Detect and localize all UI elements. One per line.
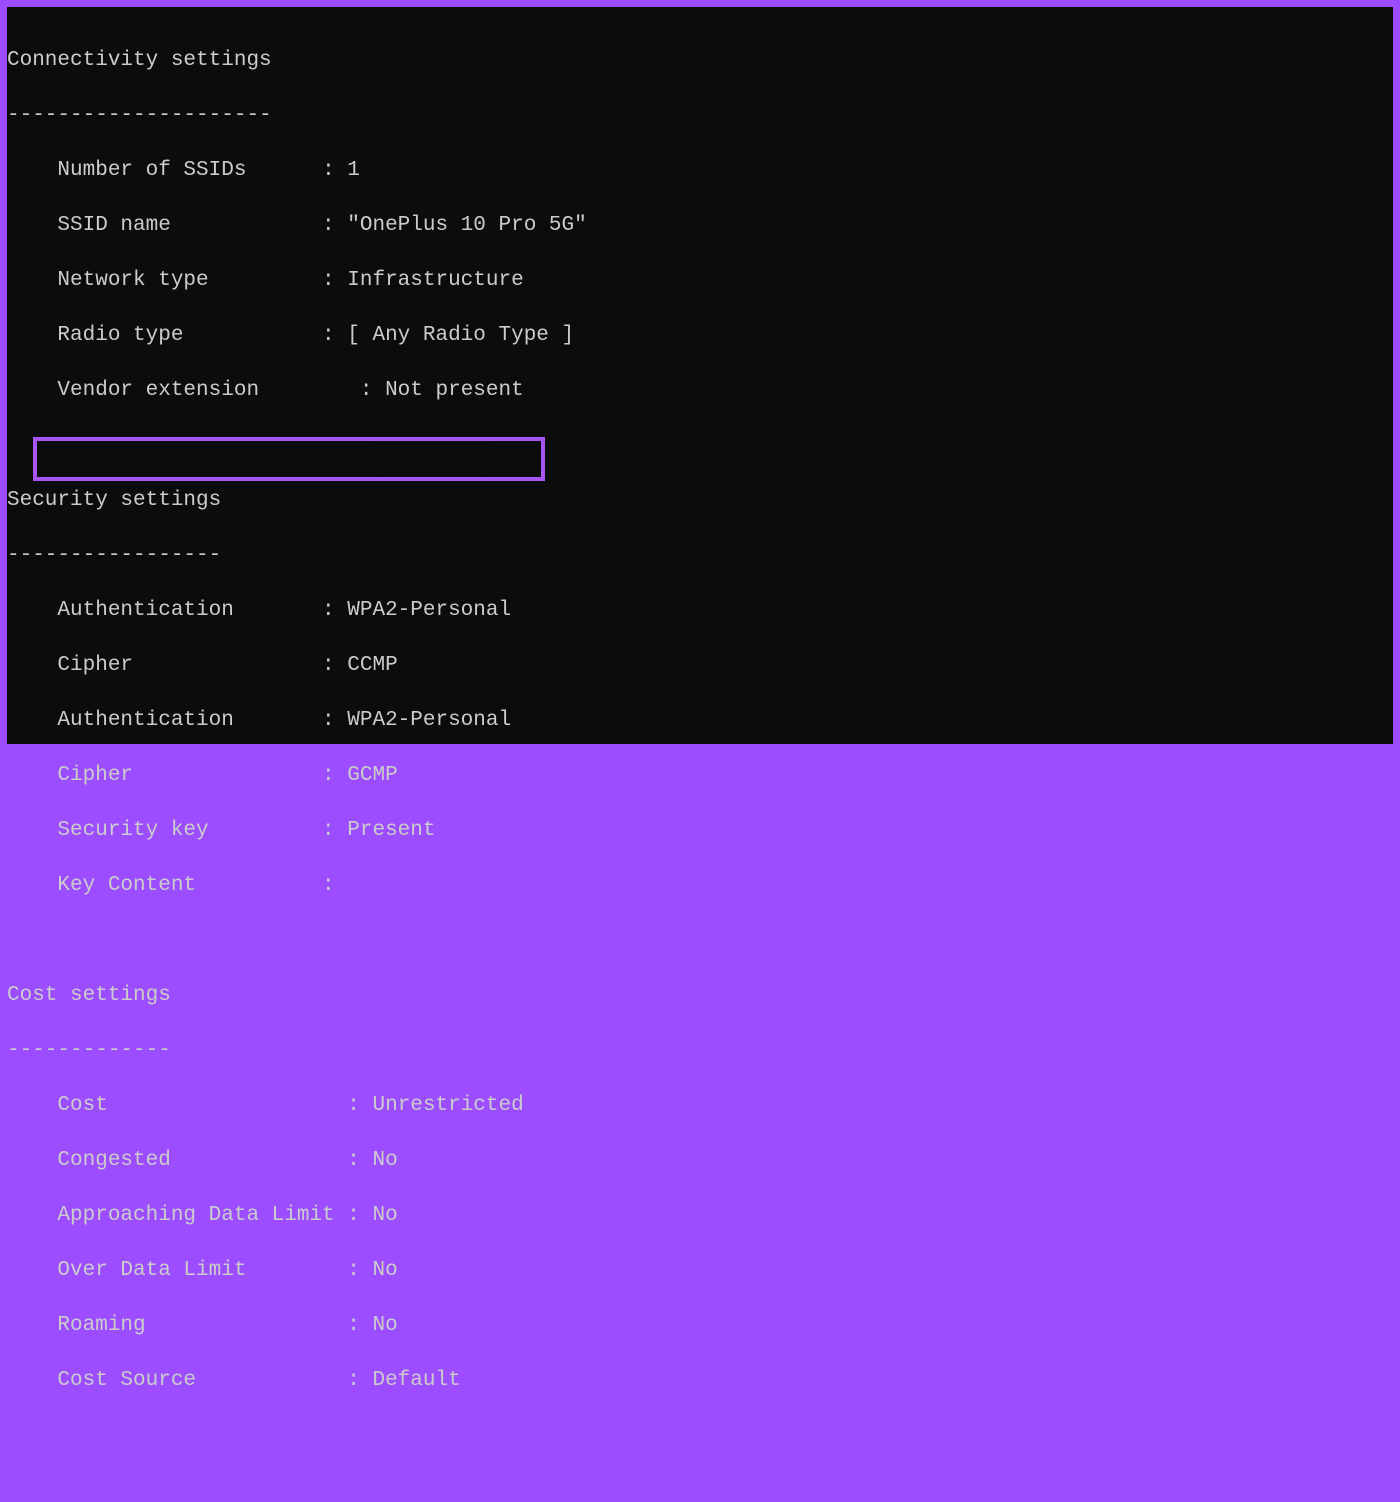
- value: "OnePlus 10 Pro 5G": [347, 214, 586, 237]
- label: Over Data Limit: [7, 1259, 246, 1282]
- row-key-content: Key Content :: [7, 872, 1393, 900]
- row-congested: Congested : No: [7, 1147, 1393, 1175]
- separator: :: [196, 1369, 372, 1392]
- value: No: [372, 1149, 397, 1172]
- connectivity-divider: ---------------------: [7, 102, 1393, 130]
- row-approaching-data-limit: Approaching Data Limit : No: [7, 1202, 1393, 1230]
- separator: :: [146, 1314, 373, 1337]
- terminal-output: Connectivity settings ------------------…: [7, 7, 1393, 744]
- row-num-ssids: Number of SSIDs : 1: [7, 157, 1393, 185]
- row-vendor-extension: Vendor extension : Not present: [7, 377, 1393, 405]
- label: SSID name: [7, 214, 171, 237]
- value: Not present: [385, 379, 524, 402]
- separator: :: [171, 214, 347, 237]
- redacted-password: [377, 445, 487, 471]
- value: Infrastructure: [347, 269, 523, 292]
- separator: :: [246, 159, 347, 182]
- value: [ Any Radio Type ]: [347, 324, 574, 347]
- value: Present: [347, 819, 435, 842]
- value: No: [372, 1204, 397, 1227]
- separator: :: [196, 874, 347, 897]
- row-cost: Cost : Unrestricted: [7, 1092, 1393, 1120]
- row-ssid-name: SSID name : "OnePlus 10 Pro 5G": [7, 212, 1393, 240]
- value: WPA2-Personal: [347, 709, 511, 732]
- label: Cipher: [7, 654, 133, 677]
- separator: :: [133, 654, 347, 677]
- value: WPA2-Personal: [347, 599, 511, 622]
- label: Authentication: [7, 709, 234, 732]
- label: Congested: [7, 1149, 171, 1172]
- separator: :: [108, 1094, 373, 1117]
- connectivity-header: Connectivity settings: [7, 47, 1393, 75]
- label: Cost: [7, 1094, 108, 1117]
- security-divider: -----------------: [7, 542, 1393, 570]
- row-network-type: Network type : Infrastructure: [7, 267, 1393, 295]
- value: GCMP: [347, 764, 397, 787]
- row-radio-type: Radio type : [ Any Radio Type ]: [7, 322, 1393, 350]
- value: 1: [347, 159, 360, 182]
- separator: :: [209, 819, 348, 842]
- row-authentication: Authentication : WPA2-Personal: [7, 707, 1393, 735]
- value: No: [372, 1314, 397, 1337]
- row-cipher: Cipher : GCMP: [7, 762, 1393, 790]
- separator: :: [246, 1259, 372, 1282]
- value: No: [372, 1259, 397, 1282]
- separator: :: [234, 599, 347, 622]
- separator: :: [171, 1149, 373, 1172]
- label: Cost Source: [7, 1369, 196, 1392]
- separator: :: [335, 1204, 373, 1227]
- row-authentication: Authentication : WPA2-Personal: [7, 597, 1393, 625]
- value: Unrestricted: [372, 1094, 523, 1117]
- row-cipher: Cipher : CCMP: [7, 652, 1393, 680]
- label: Radio type: [7, 324, 183, 347]
- value: CCMP: [347, 654, 397, 677]
- label: Number of SSIDs: [7, 159, 246, 182]
- blank-line: [7, 927, 1393, 955]
- row-security-key: Security key : Present: [7, 817, 1393, 845]
- label: Key Content: [7, 874, 196, 897]
- separator: :: [183, 324, 347, 347]
- label: Approaching Data Limit: [7, 1204, 335, 1227]
- value: Default: [372, 1369, 460, 1392]
- cost-divider: -------------: [7, 1037, 1393, 1065]
- separator: :: [234, 709, 347, 732]
- label: Authentication: [7, 599, 234, 622]
- row-over-data-limit: Over Data Limit : No: [7, 1257, 1393, 1285]
- separator: :: [259, 379, 385, 402]
- separator: :: [209, 269, 348, 292]
- cost-header: Cost settings: [7, 982, 1393, 1010]
- label: Vendor extension: [7, 379, 259, 402]
- row-roaming: Roaming : No: [7, 1312, 1393, 1340]
- blank-line: [7, 432, 1393, 460]
- label: Security key: [7, 819, 209, 842]
- label: Cipher: [7, 764, 133, 787]
- label: Network type: [7, 269, 209, 292]
- row-cost-source: Cost Source : Default: [7, 1367, 1393, 1395]
- label: Roaming: [7, 1314, 146, 1337]
- security-header: Security settings: [7, 487, 1393, 515]
- separator: :: [133, 764, 347, 787]
